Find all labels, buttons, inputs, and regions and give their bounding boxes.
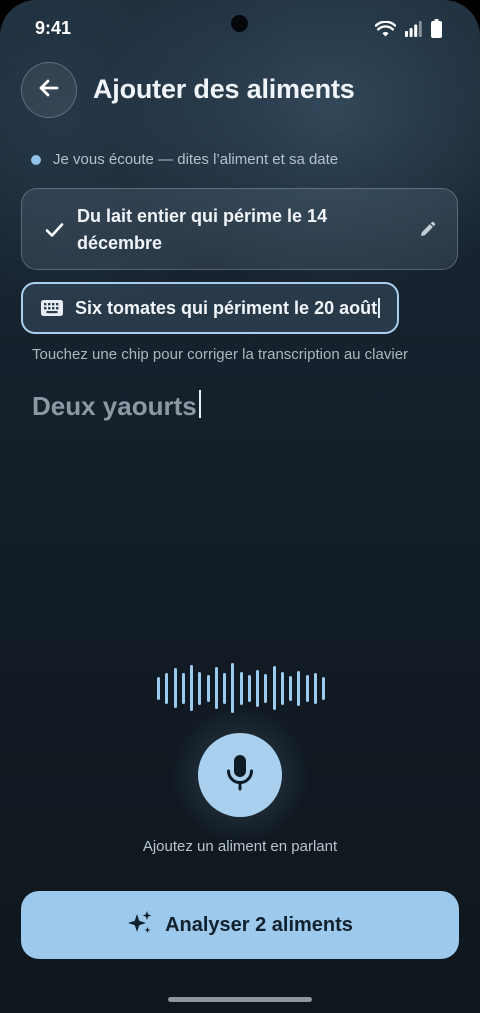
microphone-button[interactable] bbox=[198, 733, 282, 817]
waveform-bar bbox=[190, 665, 193, 711]
confirmed-chip-text: Du lait entier qui périme le 14 décembre bbox=[77, 206, 328, 253]
waveform-bar bbox=[280, 671, 284, 705]
waveform-bar bbox=[322, 676, 325, 700]
listening-status: Je vous écoute — dites l’aliment et sa d… bbox=[31, 151, 338, 168]
listening-text: Je vous écoute — dites l’aliment et sa d… bbox=[53, 151, 339, 168]
waveform-bar bbox=[223, 672, 226, 704]
waveform-bar bbox=[173, 668, 177, 708]
waveform-bar bbox=[181, 672, 185, 704]
analyse-button-label: Analyser 2 aliments bbox=[165, 913, 353, 936]
waveform-bar bbox=[214, 667, 218, 709]
waveform-bar bbox=[264, 673, 268, 703]
waveform-bar bbox=[289, 675, 292, 701]
status-icons bbox=[375, 19, 442, 38]
wifi-icon bbox=[375, 20, 396, 37]
waveform-bar bbox=[272, 666, 276, 710]
waveform-bar bbox=[256, 669, 259, 707]
back-button[interactable] bbox=[21, 62, 77, 118]
microphone-icon bbox=[226, 754, 254, 797]
editing-food-chip[interactable]: Six tomates qui périment le 20 août bbox=[21, 282, 399, 334]
arrow-left-icon bbox=[37, 76, 61, 105]
live-transcript-text: Deux yaourts bbox=[32, 391, 197, 421]
correction-hint: Touchez une chip pour corriger la transc… bbox=[32, 346, 409, 363]
confirmed-food-chip[interactable]: Du lait entier qui périme le 14 décembre bbox=[21, 188, 458, 270]
signal-icon bbox=[405, 20, 422, 37]
waveform-bar bbox=[239, 671, 243, 705]
status-time: 9:41 bbox=[35, 18, 72, 38]
text-cursor bbox=[378, 298, 381, 318]
waveform-bar bbox=[305, 674, 309, 702]
live-transcript: Deux yaourts bbox=[32, 390, 201, 422]
pencil-icon[interactable] bbox=[418, 219, 438, 244]
waveform-bar bbox=[313, 672, 317, 704]
keyboard-icon bbox=[41, 300, 63, 316]
waveform-bar bbox=[165, 672, 169, 704]
waveform-bar bbox=[157, 676, 160, 700]
waveform-bar bbox=[247, 674, 251, 702]
home-indicator[interactable] bbox=[168, 997, 312, 1002]
editing-chip-text[interactable]: Six tomates qui périment le 20 août bbox=[75, 298, 377, 319]
waveform-bar bbox=[198, 671, 202, 705]
screen: 9:41 Ajouter des aliments Je vous écoute… bbox=[0, 0, 480, 1013]
waveform-bar bbox=[297, 670, 301, 706]
battery-icon bbox=[431, 19, 442, 38]
front-camera bbox=[231, 15, 248, 32]
mic-caption: Ajoutez un aliment en parlant bbox=[142, 838, 338, 855]
transcript-cursor bbox=[198, 390, 201, 418]
page-title: Ajouter des aliments bbox=[93, 74, 355, 104]
sparkles-icon bbox=[127, 910, 153, 941]
analyse-button[interactable]: Analyser 2 aliments bbox=[21, 891, 459, 959]
waveform-bar bbox=[206, 674, 210, 702]
listening-indicator-dot bbox=[31, 154, 41, 165]
status-bar: 9:41 bbox=[0, 0, 480, 58]
